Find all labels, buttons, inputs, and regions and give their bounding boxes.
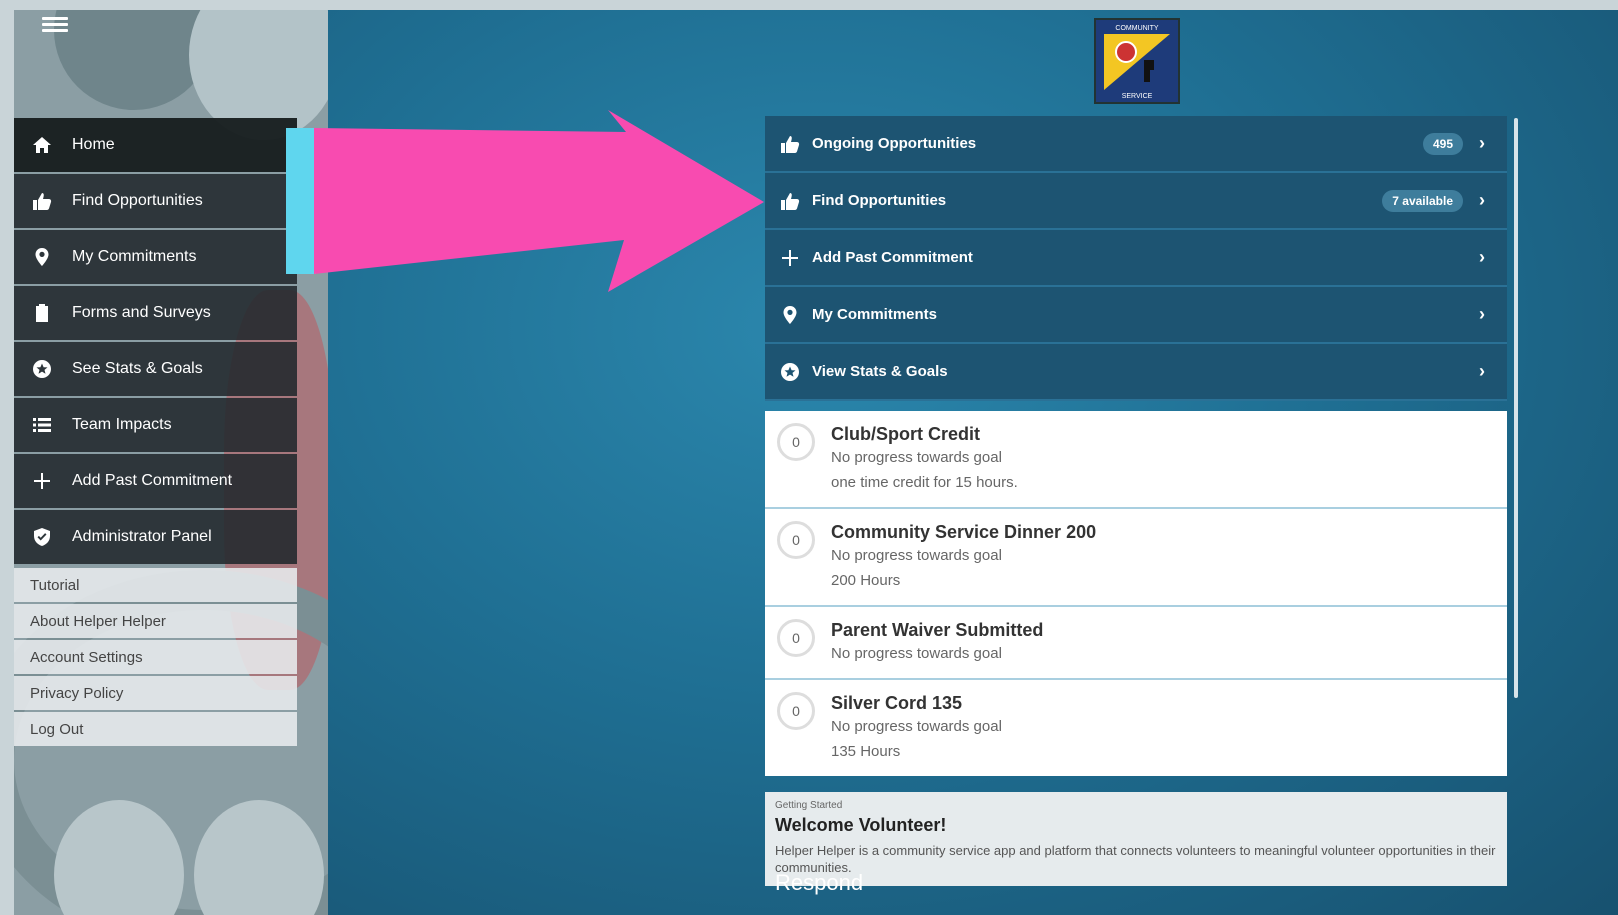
goal-item[interactable]: 0 Community Service Dinner 200 No progre…: [765, 509, 1507, 607]
goal-title: Parent Waiver Submitted: [831, 620, 1044, 640]
sidebar-nav: Home Find Opportunities My Commitments F…: [14, 118, 297, 566]
sidebar-item-team-impacts[interactable]: Team Impacts: [14, 398, 297, 452]
goal-detail: 135 Hours: [831, 743, 901, 760]
menu-item-label: My Commitments: [812, 306, 938, 323]
app-frame: Home Find Opportunities My Commitments F…: [14, 10, 1618, 915]
chevron-right-icon: ›: [1479, 247, 1485, 267]
welcome-kicker: Getting Started: [775, 800, 843, 811]
goal-status: No progress towards goal: [831, 645, 1002, 662]
thumbs-up-icon: [779, 133, 801, 155]
goal-status: No progress towards goal: [831, 718, 1002, 735]
menu-my-commitments[interactable]: My Commitments ›: [765, 287, 1507, 344]
welcome-body: Helper Helper is a community service app…: [775, 843, 1496, 875]
sidebar-item-label: Home: [72, 136, 115, 153]
welcome-card: Getting Started Welcome Volunteer! Helpe…: [765, 792, 1507, 886]
count-badge: 495: [1422, 132, 1463, 155]
goal-item[interactable]: 0 Club/Sport Credit No progress towards …: [765, 411, 1507, 509]
about-link[interactable]: About Helper Helper: [14, 604, 297, 638]
goal-item[interactable]: 0 Silver Cord 135 No progress towards go…: [765, 680, 1507, 776]
home-icon: [31, 134, 53, 156]
progress-circle: 0: [777, 619, 815, 657]
map-pin-icon: [779, 304, 801, 326]
logo-text-top: COMMUNITY: [1115, 25, 1158, 32]
logo-text-bottom: SERVICE: [1122, 93, 1153, 100]
goal-status: No progress towards goal: [831, 449, 1002, 466]
hamburger-menu-icon[interactable]: [42, 14, 68, 36]
sidebar-item-label: Forms and Surveys: [72, 304, 211, 321]
sidebar-item-my-commitments[interactable]: My Commitments: [14, 230, 297, 284]
plus-icon: [779, 247, 801, 269]
arrow-tail: [286, 128, 316, 274]
sidebar-item-forms-and-surveys[interactable]: Forms and Surveys: [14, 286, 297, 340]
map-pin-icon: [31, 246, 53, 268]
goal-detail: 200 Hours: [831, 572, 901, 589]
log-out-link[interactable]: Log Out: [14, 712, 297, 746]
thumbs-up-icon: [31, 190, 53, 212]
respond-heading: Respond: [775, 870, 864, 895]
progress-circle: 0: [777, 423, 815, 461]
goals-list: 0 Club/Sport Credit No progress towards …: [765, 411, 1507, 776]
chevron-right-icon: ›: [1479, 133, 1485, 153]
sidebar-item-add-past-commitment[interactable]: Add Past Commitment: [14, 454, 297, 508]
welcome-title: Welcome Volunteer!: [775, 815, 947, 835]
sidebar-item-label: My Commitments: [72, 248, 197, 265]
count-badge: 7 available: [1382, 189, 1463, 212]
plus-icon: [31, 470, 53, 492]
progress-circle: 0: [777, 692, 815, 730]
goal-status: No progress towards goal: [831, 547, 1002, 564]
chevron-right-icon: ›: [1479, 190, 1485, 210]
sidebar: Home Find Opportunities My Commitments F…: [14, 10, 328, 915]
chevron-right-icon: ›: [1479, 361, 1485, 381]
menu-ongoing-opportunities[interactable]: Ongoing Opportunities 495 ›: [765, 116, 1507, 173]
goal-item[interactable]: 0 Parent Waiver Submitted No progress to…: [765, 607, 1507, 680]
main-panel: Ongoing Opportunities 495 › Find Opportu…: [765, 116, 1507, 886]
goal-title: Silver Cord 135: [831, 693, 963, 713]
progress-circle: 0: [777, 521, 815, 559]
sidebar-item-label: See Stats & Goals: [72, 360, 203, 377]
menu-add-past-commitment[interactable]: Add Past Commitment ›: [765, 230, 1507, 287]
sidebar-secondary-links: Tutorial About Helper Helper Account Set…: [14, 568, 297, 748]
sidebar-item-label: Team Impacts: [72, 416, 172, 433]
sidebar-item-find-opportunities[interactable]: Find Opportunities: [14, 174, 297, 228]
goal-title: Club/Sport Credit: [831, 424, 980, 444]
star-circle-icon: [31, 358, 53, 380]
menu-find-opportunities[interactable]: Find Opportunities 7 available ›: [765, 173, 1507, 230]
scrollbar[interactable]: [1514, 118, 1518, 698]
arrow-head: [314, 110, 764, 292]
goal-detail: one time credit for 15 hours.: [831, 474, 1018, 491]
star-circle-icon: [779, 361, 801, 383]
account-settings-link[interactable]: Account Settings: [14, 640, 297, 674]
community-service-logo: COMMUNITY SERVICE: [1094, 18, 1180, 104]
chevron-right-icon: ›: [1479, 304, 1485, 324]
goal-title: Community Service Dinner 200: [831, 522, 1097, 542]
clipboard-icon: [31, 302, 53, 324]
list-icon: [31, 414, 53, 436]
sidebar-item-home[interactable]: Home: [14, 118, 297, 172]
tutorial-link[interactable]: Tutorial: [14, 568, 297, 602]
sidebar-item-administrator-panel[interactable]: Administrator Panel: [14, 510, 297, 564]
thumbs-up-icon: [779, 190, 801, 212]
sidebar-item-stats-goals[interactable]: See Stats & Goals: [14, 342, 297, 396]
menu-item-label: Ongoing Opportunities: [812, 135, 977, 152]
sidebar-item-label: Add Past Commitment: [72, 472, 233, 489]
menu-view-stats-goals[interactable]: View Stats & Goals ›: [765, 344, 1507, 401]
annotation-arrow: [286, 110, 764, 292]
privacy-policy-link[interactable]: Privacy Policy: [14, 676, 297, 710]
menu-item-label: View Stats & Goals: [812, 363, 948, 380]
menu-item-label: Find Opportunities: [812, 192, 947, 209]
sidebar-item-label: Find Opportunities: [72, 192, 203, 209]
sidebar-item-label: Administrator Panel: [72, 528, 212, 545]
shield-check-icon: [31, 526, 53, 548]
menu-item-label: Add Past Commitment: [812, 249, 973, 266]
